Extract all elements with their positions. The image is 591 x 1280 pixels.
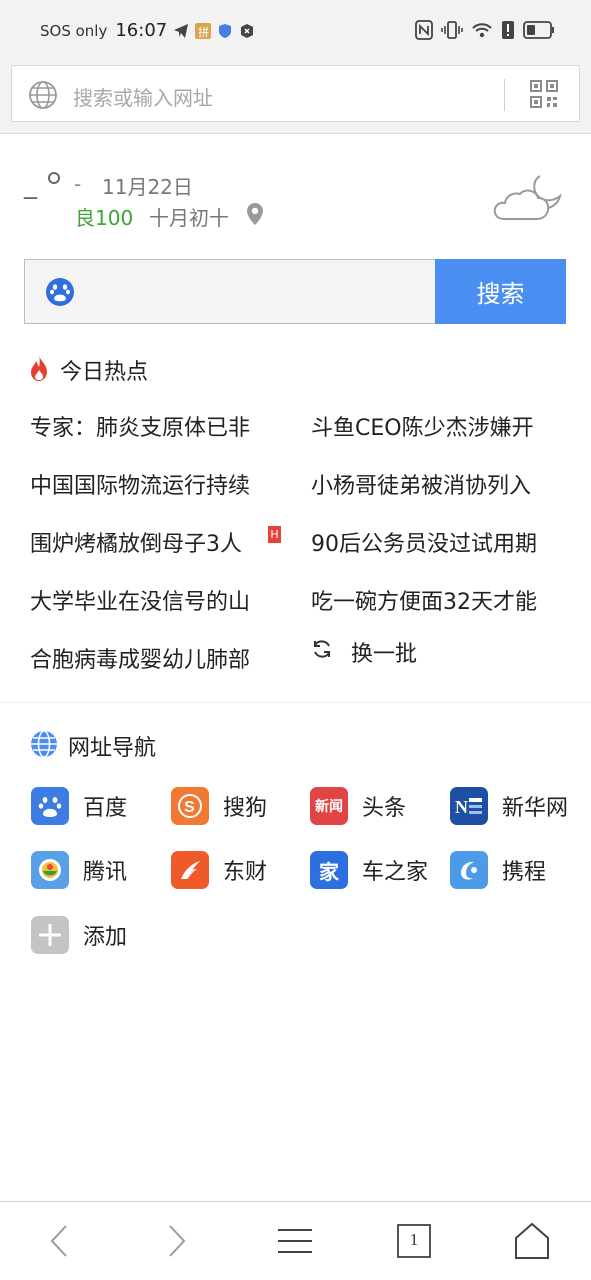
location-pin-icon[interactable] — [245, 202, 265, 230]
nav-item-toutiao[interactable]: 新闻 头条 — [310, 787, 406, 825]
dongcai-icon — [171, 851, 209, 889]
nav-label: 腾讯 — [83, 860, 128, 885]
nav-label: 新华网 — [502, 796, 569, 821]
address-bar[interactable]: 搜索或输入网址 — [11, 65, 580, 122]
temperature: _ — [24, 170, 37, 200]
globe-nav-icon — [30, 730, 58, 762]
hot-badge: H — [268, 526, 281, 543]
tabs-button[interactable]: 1 — [397, 1224, 431, 1262]
alert-icon — [501, 20, 515, 44]
search-box[interactable]: 搜索 — [24, 259, 566, 324]
hot-item[interactable]: 斗鱼CEO陈少杰涉嫌开 — [311, 410, 571, 442]
svg-text:N: N — [455, 797, 468, 817]
temp-dash: - — [74, 172, 82, 196]
moon-cloud-icon — [490, 172, 564, 228]
autohome-icon: 家 — [310, 851, 348, 889]
add-icon — [31, 916, 69, 954]
bottom-toolbar: 1 — [0, 1201, 591, 1280]
air-quality: 良100 — [75, 206, 134, 230]
nav-item-xinhua[interactable]: N 新华网 — [450, 787, 568, 825]
nav-header: 网址导航 — [30, 730, 156, 762]
sogou-icon: S — [171, 787, 209, 825]
nav-label: 头条 — [362, 796, 407, 821]
nav-item-add[interactable]: 添加 — [31, 916, 127, 954]
telegram-icon — [173, 23, 189, 39]
nav-item-baidu[interactable]: 百度 — [31, 787, 127, 825]
svg-text:拼: 拼 — [198, 25, 209, 39]
input-method-icon: 拼 — [195, 22, 212, 39]
forward-icon[interactable] — [166, 1222, 188, 1264]
nav-item-ctrip[interactable]: 携程 — [450, 851, 546, 889]
carrier-text: SOS only — [40, 21, 108, 40]
address-placeholder[interactable]: 搜索或输入网址 — [73, 82, 213, 111]
baidu-paw-icon[interactable] — [45, 277, 75, 311]
hot-item[interactable]: 围炉烤橘放倒母子3人 — [30, 526, 266, 558]
hot-item[interactable]: 专家：肺炎支原体已非 — [30, 410, 280, 442]
toutiao-icon: 新闻 — [310, 787, 348, 825]
section-divider — [0, 702, 591, 703]
clock: 16:07 — [115, 20, 168, 41]
flame-icon — [28, 354, 50, 386]
battery-icon — [523, 21, 555, 43]
tab-count: 1 — [409, 1230, 419, 1249]
nav-label: 车之家 — [362, 860, 429, 885]
weather-widget[interactable]: _ - 11月22日 良100 十月初十 — [0, 160, 591, 240]
tencent-icon — [31, 851, 69, 889]
divider — [504, 79, 505, 111]
menu-icon[interactable] — [277, 1222, 313, 1264]
nav-label: 携程 — [502, 860, 547, 885]
nav-item-tencent[interactable]: 腾讯 — [31, 851, 127, 889]
shield-icon — [217, 23, 233, 39]
ctrip-icon — [450, 851, 488, 889]
hot-item[interactable]: 大学毕业在没信号的山 — [30, 584, 280, 616]
nav-item-sogou[interactable]: S 搜狗 — [171, 787, 267, 825]
xinhua-icon: N — [450, 787, 488, 825]
home-icon[interactable] — [514, 1222, 550, 1264]
lunar-date: 十月初十 — [149, 206, 229, 230]
address-bar-container: 搜索或输入网址 — [0, 64, 591, 134]
nav-label: 东财 — [223, 860, 268, 885]
vibrate-icon — [441, 20, 463, 44]
date: 11月22日 — [102, 175, 193, 199]
nav-item-autohome[interactable]: 家 车之家 — [310, 851, 428, 889]
svg-text:S: S — [184, 799, 195, 816]
search-button[interactable]: 搜索 — [435, 259, 566, 324]
hot-header: 今日热点 — [28, 354, 148, 386]
nav-item-dongcai[interactable]: 东财 — [171, 851, 267, 889]
hot-title: 今日热点 — [60, 360, 149, 385]
nav-title: 网址导航 — [68, 736, 157, 761]
hot-item[interactable]: 中国国际物流运行持续 — [30, 468, 280, 500]
wifi-icon — [471, 20, 493, 44]
hot-item[interactable]: 90后公务员没过试用期 — [311, 526, 571, 558]
nav-label: 添加 — [83, 925, 128, 950]
hot-item[interactable]: 小杨哥徒弟被消协列入 — [311, 468, 571, 500]
nfc-icon — [415, 20, 433, 44]
status-bar: SOS only 16:07 拼 — [0, 0, 591, 64]
hot-item[interactable]: 吃一碗方便面32天才能 — [311, 584, 571, 616]
globe-icon — [28, 80, 58, 114]
hot-item[interactable]: 合胞病毒成婴幼儿肺部 — [30, 642, 280, 674]
back-icon[interactable] — [48, 1222, 70, 1264]
nav-label: 百度 — [83, 796, 128, 821]
baidu-icon — [31, 787, 69, 825]
vpn-icon — [239, 23, 255, 39]
qr-scan-icon[interactable] — [530, 80, 558, 112]
refresh-button[interactable]: 换一批 — [311, 636, 417, 668]
degree-icon — [46, 170, 62, 190]
refresh-icon — [311, 638, 333, 666]
nav-label: 搜狗 — [223, 796, 268, 821]
refresh-label: 换一批 — [351, 642, 418, 667]
